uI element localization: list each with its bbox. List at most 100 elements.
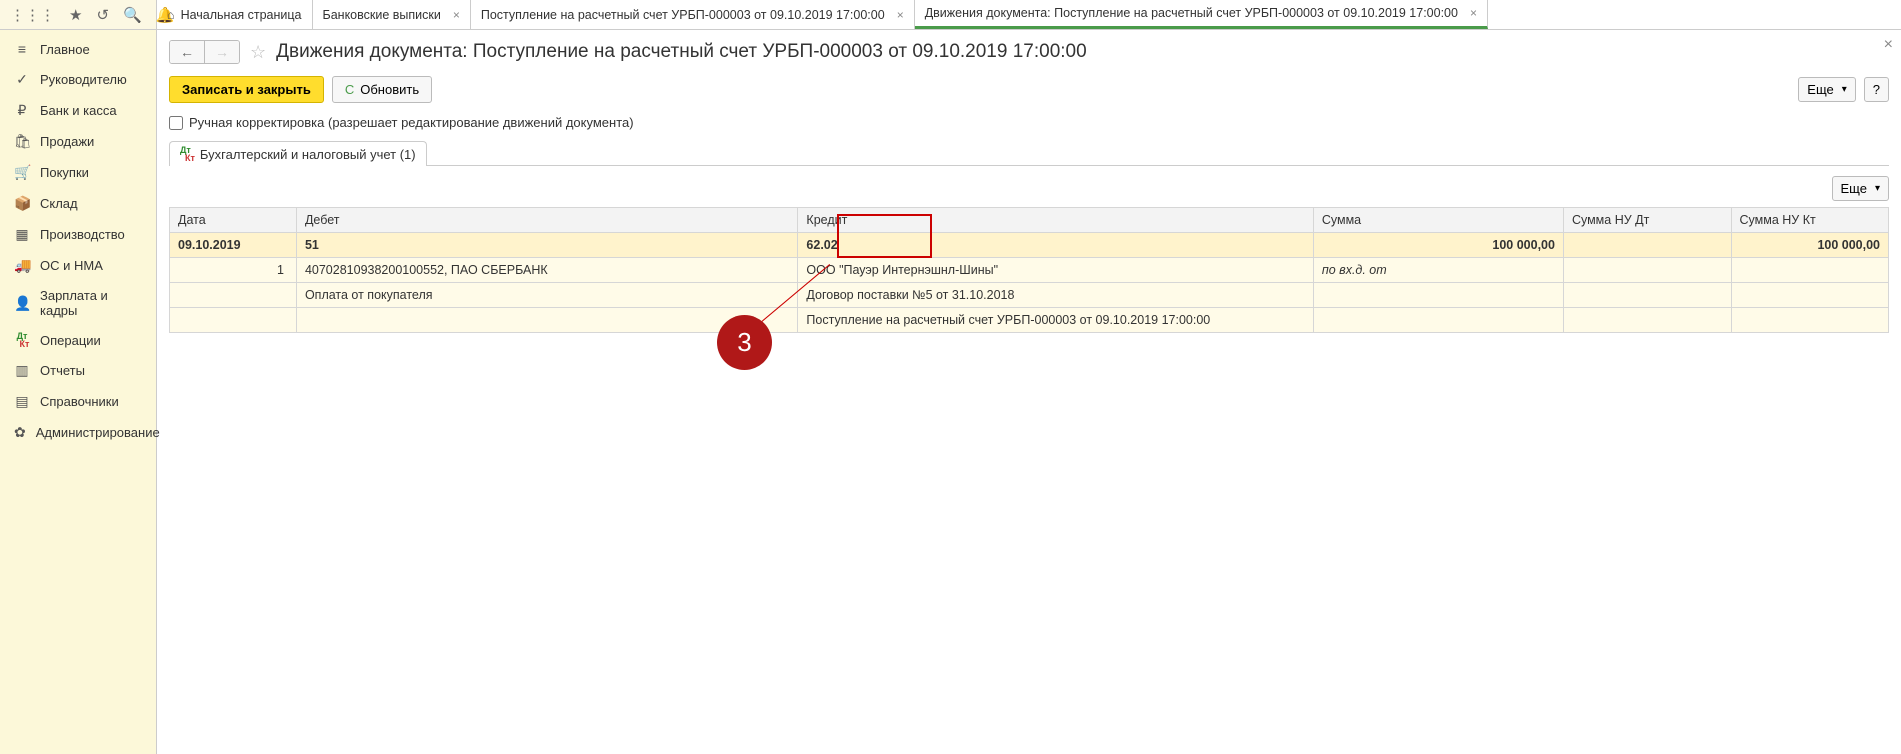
more-label: Еще xyxy=(1841,181,1867,196)
cell xyxy=(1731,258,1888,283)
sidebar-item-label: Банк и касса xyxy=(40,103,117,118)
tab-home[interactable]: ⌂ Начальная страница xyxy=(157,0,313,29)
refresh-label: Обновить xyxy=(360,82,419,97)
sidebar-item-label: Зарплата и кадры xyxy=(40,288,142,318)
sidebar-item-admin[interactable]: ✿Администрирование xyxy=(0,417,156,448)
more-label: Еще xyxy=(1807,82,1833,97)
accounting-tab-label: Бухгалтерский и налоговый учет (1) xyxy=(200,147,416,162)
cell-debit-detail: 40702810938200100552, ПАО СБЕРБАНК xyxy=(296,258,797,283)
tab-movements[interactable]: Движения документа: Поступление на расче… xyxy=(915,0,1488,29)
close-page-icon[interactable]: × xyxy=(1884,36,1893,54)
cell xyxy=(296,308,797,333)
sidebar: ≡ Главное ✓ Руководителю ₽ Банк и касса 🛍 Пр… xyxy=(0,30,157,754)
cell xyxy=(1313,308,1563,333)
content: × ← → ☆ Движения документа: Поступление … xyxy=(157,30,1901,754)
sidebar-item-label: Склад xyxy=(40,196,78,211)
manual-edit-checkbox[interactable] xyxy=(169,116,183,130)
sidebar-item-purchases[interactable]: 🛒Покупки xyxy=(0,157,156,188)
cell xyxy=(1731,308,1888,333)
cell xyxy=(1563,283,1731,308)
nav-back[interactable]: ← xyxy=(170,41,204,63)
cell-date: 09.10.2019 xyxy=(170,233,297,258)
cell xyxy=(170,308,297,333)
col-nukt[interactable]: Сумма НУ Кт xyxy=(1731,208,1888,233)
help-button[interactable]: ? xyxy=(1864,77,1889,102)
sidebar-item-catalogs[interactable]: ▤ Справочники xyxy=(0,386,156,417)
apps-icon[interactable]: ⋮⋮⋮ xyxy=(10,6,55,24)
cell-credit-detail: Договор поставки №5 от 31.10.2018 xyxy=(798,283,1313,308)
tab-receipt[interactable]: Поступление на расчетный счет УРБП-00000… xyxy=(471,0,915,29)
movements-table: Дата Дебет Кредит Сумма Сумма НУ Дт Сумм… xyxy=(169,207,1889,333)
history-icon[interactable]: ↺ xyxy=(96,6,109,24)
more-button[interactable]: Еще ▾ xyxy=(1798,77,1855,102)
cell-credit: 62.02 xyxy=(798,233,1313,258)
cell-sum: 100 000,00 xyxy=(1313,233,1563,258)
col-sum[interactable]: Сумма xyxy=(1313,208,1563,233)
chevron-down-icon: ▾ xyxy=(1875,183,1880,194)
col-date[interactable]: Дата xyxy=(170,208,297,233)
sidebar-item-label: Отчеты xyxy=(40,363,85,378)
table-row[interactable]: Поступление на расчетный счет УРБП-00000… xyxy=(170,308,1889,333)
tabs-bar: ⌂ Начальная страница Банковские выписки … xyxy=(157,0,1901,29)
save-close-button[interactable]: Записать и закрыть xyxy=(169,76,324,103)
sidebar-item-manager[interactable]: ✓ Руководителю xyxy=(0,64,156,95)
menu-icon: ≡ xyxy=(14,41,30,57)
cell xyxy=(170,283,297,308)
refresh-icon: C xyxy=(345,82,354,97)
star-icon[interactable]: ★ xyxy=(69,6,82,24)
accounting-tab[interactable]: ДтКт Бухгалтерский и налоговый учет (1) xyxy=(169,141,427,166)
bag-icon: 🛍 xyxy=(14,133,30,150)
cell xyxy=(1313,283,1563,308)
col-nudt[interactable]: Сумма НУ Дт xyxy=(1563,208,1731,233)
bars-icon: ▥ xyxy=(14,362,30,379)
col-credit[interactable]: Кредит xyxy=(798,208,1313,233)
tab-bank-statements[interactable]: Банковские выписки × xyxy=(313,0,471,29)
sidebar-item-assets[interactable]: 🚚ОС и НМА xyxy=(0,250,156,281)
nav-buttons: ← → xyxy=(169,40,240,64)
cell xyxy=(1563,308,1731,333)
sidebar-item-production[interactable]: ▦Производство xyxy=(0,219,156,250)
cell-nudt xyxy=(1563,233,1731,258)
box-icon: 📦 xyxy=(14,195,30,212)
sidebar-item-label: Руководителю xyxy=(40,72,127,87)
sidebar-item-label: Справочники xyxy=(40,394,119,409)
sidebar-item-reports[interactable]: ▥ Отчеты xyxy=(0,355,156,386)
truck-icon: 🚚 xyxy=(14,257,30,274)
close-icon[interactable]: × xyxy=(1470,6,1477,20)
chart-icon: ✓ xyxy=(14,71,30,88)
cell xyxy=(1731,283,1888,308)
ruble-icon: ₽ xyxy=(14,102,30,119)
sidebar-item-label: Продажи xyxy=(40,134,94,149)
cell-debit: 51 xyxy=(296,233,797,258)
close-icon[interactable]: × xyxy=(897,8,904,22)
sidebar-item-label: Главное xyxy=(40,42,90,57)
sidebar-item-bank[interactable]: ₽ Банк и касса xyxy=(0,95,156,126)
cell-credit-detail: Поступление на расчетный счет УРБП-00000… xyxy=(798,308,1313,333)
dtkt-icon: ДтКт xyxy=(14,332,30,348)
col-debit[interactable]: Дебет xyxy=(296,208,797,233)
home-icon: ⌂ xyxy=(167,8,175,22)
sidebar-item-salary[interactable]: 👤Зарплата и кадры xyxy=(0,281,156,325)
refresh-button[interactable]: C Обновить xyxy=(332,76,432,103)
sidebar-item-main[interactable]: ≡ Главное xyxy=(0,34,156,64)
chevron-down-icon: ▾ xyxy=(1842,84,1847,95)
table-row[interactable]: 09.10.2019 51 62.02 100 000,00 100 000,0… xyxy=(170,233,1889,258)
nav-fwd[interactable]: → xyxy=(204,41,239,63)
books-icon: ▤ xyxy=(14,393,30,410)
sidebar-item-label: Производство xyxy=(40,227,125,242)
tab-label: Банковские выписки xyxy=(323,8,441,22)
table-row[interactable]: Оплата от покупателя Договор поставки №5… xyxy=(170,283,1889,308)
table-more-button[interactable]: Еще ▾ xyxy=(1832,176,1889,201)
search-icon[interactable]: 🔍 xyxy=(123,6,142,24)
dtkt-icon: ДтКт xyxy=(180,146,195,162)
cell-debit-detail: Оплата от покупателя xyxy=(296,283,797,308)
sidebar-item-operations[interactable]: ДтКт Операции xyxy=(0,325,156,355)
sidebar-item-sales[interactable]: 🛍 Продажи xyxy=(0,126,156,157)
sidebar-item-label: Операции xyxy=(40,333,101,348)
tab-label: Поступление на расчетный счет УРБП-00000… xyxy=(481,8,885,22)
table-row[interactable]: 1 40702810938200100552, ПАО СБЕРБАНК ООО… xyxy=(170,258,1889,283)
favorite-icon[interactable]: ☆ xyxy=(250,42,266,63)
cell-credit-detail: ООО "Пауэр Интернэшнл-Шины" xyxy=(798,258,1313,283)
close-icon[interactable]: × xyxy=(453,8,460,22)
sidebar-item-stock[interactable]: 📦 Склад xyxy=(0,188,156,219)
